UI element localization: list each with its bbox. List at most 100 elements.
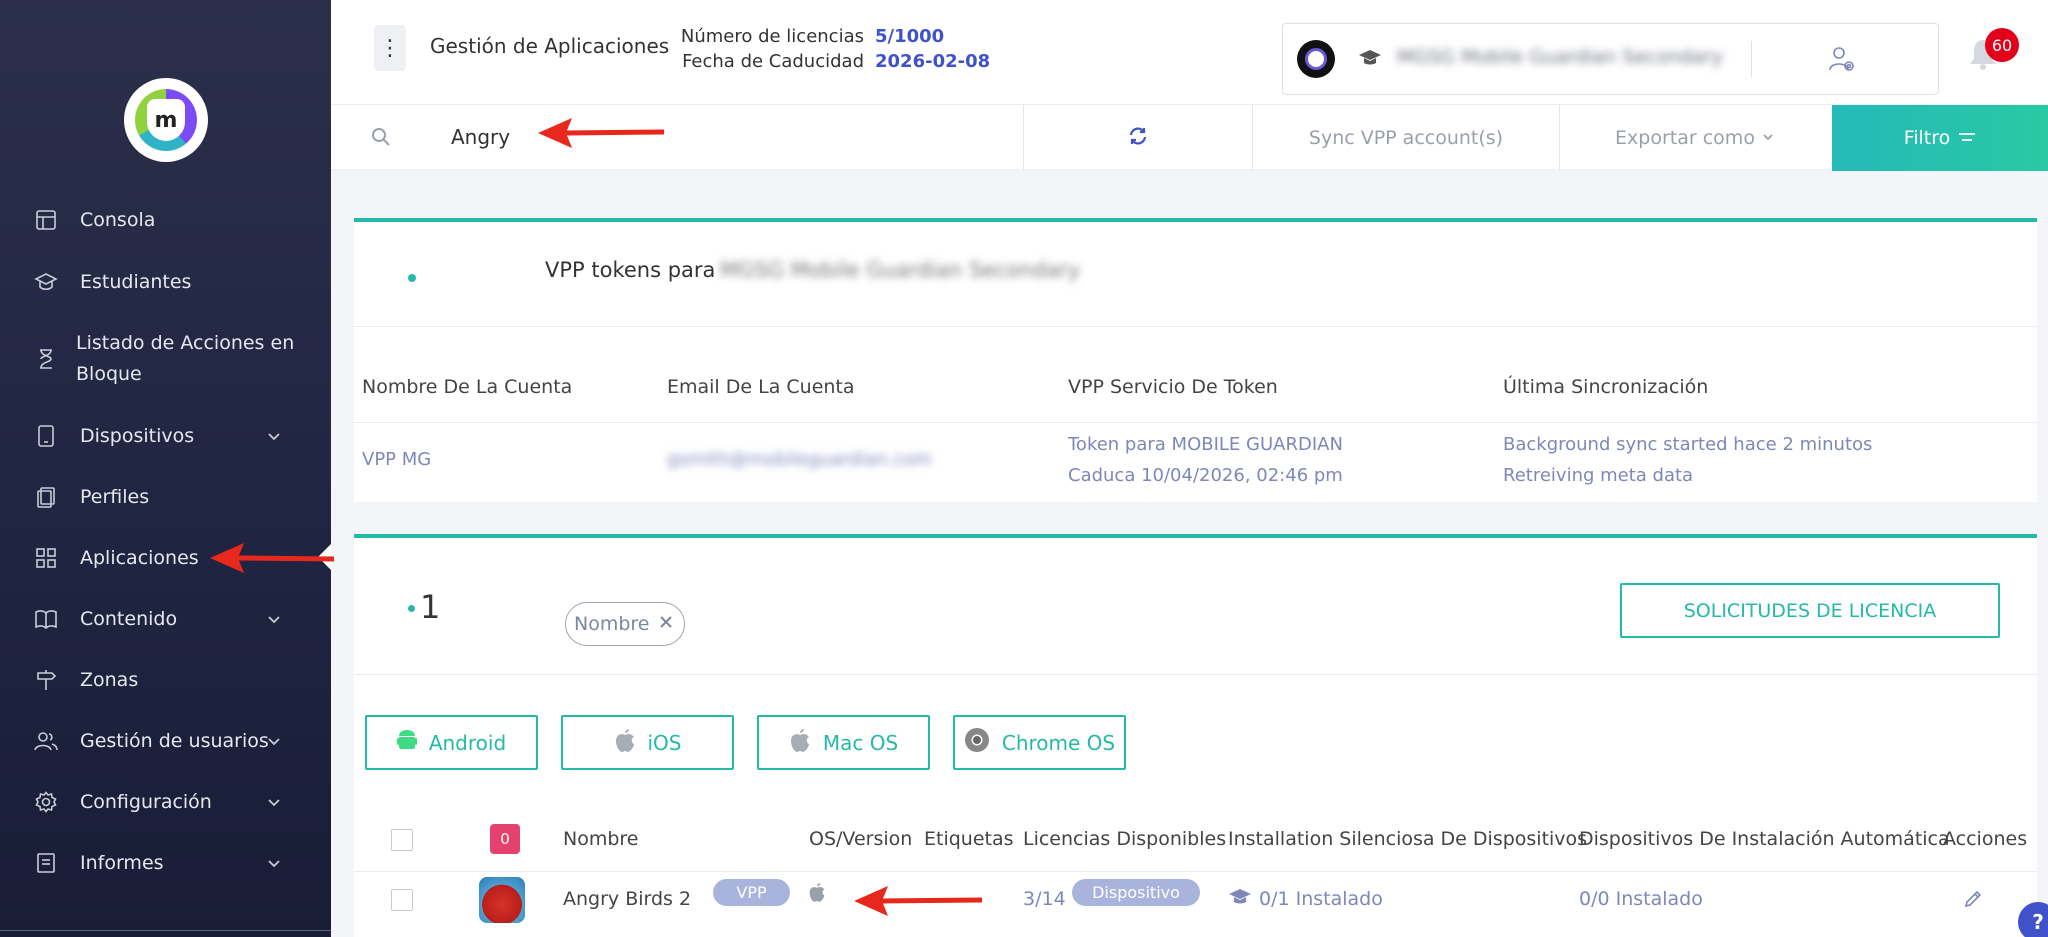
divider [1751, 41, 1752, 77]
license-info-values: 5/1000 2026-02-08 [875, 24, 990, 74]
sync-vpp-button[interactable]: Sync VPP account(s) [1253, 105, 1559, 171]
sidebar-item-consola[interactable]: Consola [0, 204, 331, 236]
selected-count-badge: 0 [490, 824, 520, 854]
apps-count: 1 [420, 588, 441, 626]
sidebar: m Consola Estudiantes Listado de Accione… [0, 0, 331, 937]
license-requests-button[interactable]: SOLICITUDES DE LICENCIA [1620, 583, 2000, 638]
annotation-arrow-icon [854, 886, 983, 916]
vpp-token-expiry: Caduca 10/04/2026, 02:46 pm [1068, 465, 1343, 486]
chevron-down-icon[interactable] [264, 731, 284, 751]
sidebar-item-dispositivos[interactable]: Dispositivos [0, 420, 331, 452]
user-settings-icon[interactable] [1828, 44, 1856, 74]
column-header-silenciosa[interactable]: Installation Silenciosa De Dispositivos [1228, 828, 1587, 850]
chevron-down-icon[interactable] [264, 609, 284, 629]
vpp-badge: VPP [713, 879, 790, 906]
close-icon[interactable] [658, 613, 674, 635]
annotation-arrow-icon [538, 118, 665, 148]
graduation-cap-icon [1358, 48, 1382, 68]
divider [354, 422, 2037, 423]
filter-chip-nombre[interactable]: Nombre [565, 602, 685, 646]
row-checkbox[interactable] [391, 889, 413, 911]
sidebar-item-label: Listado de Acciones en Bloque [76, 332, 295, 385]
auto-install-count[interactable]: 0/0 Instalado [1579, 888, 1703, 910]
select-all-checkbox[interactable] [391, 829, 413, 851]
vpp-tokens-title: VPP tokens para [545, 258, 716, 282]
chromeos-filter-button[interactable]: Chrome OS [953, 715, 1126, 770]
search-input[interactable] [421, 111, 1021, 163]
filter-button[interactable]: Filtro [1832, 105, 2048, 171]
more-menu-button[interactable]: ⋮ [374, 25, 406, 71]
sidebar-item-label: Contenido [80, 608, 178, 630]
licenses-label: Número de licencias [680, 26, 864, 47]
graduation-cap-icon [1228, 887, 1252, 911]
school-selector[interactable]: MGSG Mobile Guardian Secondary [1282, 23, 1939, 95]
mobile-guardian-logo[interactable]: m [124, 78, 208, 162]
column-header: Nombre De La Cuenta [362, 376, 573, 398]
filter-chip-label: Nombre [574, 613, 650, 635]
export-dropdown[interactable]: Exportar como [1560, 105, 1830, 171]
apple-icon [789, 727, 811, 758]
notification-count-badge[interactable]: 60 [1985, 28, 2019, 62]
license-info-labels: Número de licencias Fecha de Caducidad [641, 24, 864, 74]
vpp-account-email: gsmith@mobileguardian.com [667, 449, 932, 470]
sidebar-item-gestion-usuarios[interactable]: Gestión de usuarios [0, 725, 331, 757]
sidebar-item-perfiles[interactable]: Perfiles [0, 481, 331, 513]
chevron-down-icon[interactable] [264, 792, 284, 812]
filter-lines-icon [1958, 127, 1976, 149]
macos-filter-button[interactable]: Mac OS [757, 715, 930, 770]
export-label: Exportar como [1615, 127, 1755, 149]
chevron-down-icon[interactable] [264, 426, 284, 446]
search-icon [371, 127, 391, 147]
column-header-licencias[interactable]: Licencias Disponibles [1023, 828, 1226, 850]
silent-install-count[interactable]: 0/1 Instalado [1259, 888, 1383, 910]
android-filter-button[interactable]: Android [365, 715, 538, 770]
vpp-tokens-panel: VPP tokens para MGSG Mobile Guardian Sec… [354, 218, 2037, 502]
sidebar-item-acciones-bloque[interactable]: Listado de Acciones en Bloque [0, 328, 331, 390]
sidebar-item-zonas[interactable]: Zonas [0, 664, 331, 696]
chromeos-label: Chrome OS [1001, 730, 1116, 755]
column-header: VPP Servicio De Token [1068, 376, 1278, 398]
sidebar-item-contenido[interactable]: Contenido [0, 603, 331, 635]
layout-icon [34, 208, 58, 232]
app-name[interactable]: Angry Birds 2 [563, 888, 691, 910]
column-header-os[interactable]: OS/Version [809, 828, 912, 850]
help-button[interactable]: ? [2018, 902, 2048, 937]
refresh-button[interactable] [1024, 105, 1252, 171]
column-header-etiquetas[interactable]: Etiquetas [924, 828, 1014, 850]
annotation-arrow-icon [210, 543, 335, 573]
sidebar-item-estudiantes[interactable]: Estudiantes [0, 266, 331, 298]
filter-label: Filtro [1903, 127, 1951, 149]
expiry-value: 2026-02-08 [875, 51, 991, 72]
school-avatar [1297, 40, 1335, 78]
macos-label: Mac OS [822, 730, 899, 755]
sidebar-item-label: Informes [80, 852, 164, 874]
page-title: Gestión de Aplicaciones [430, 34, 670, 58]
sidebar-item-label: Estudiantes [80, 271, 192, 293]
android-label: Android [428, 730, 507, 755]
sidebar-item-configuracion[interactable]: Configuración [0, 786, 331, 818]
ios-filter-button[interactable]: iOS [561, 715, 734, 770]
column-header-nombre[interactable]: Nombre [563, 828, 639, 850]
report-icon [34, 851, 58, 875]
apps-grid-icon [34, 546, 58, 570]
licenses-value: 5/1000 [875, 26, 945, 47]
users-icon [34, 729, 58, 753]
column-header-automatica[interactable]: Dispositivos De Instalación Automática [1579, 828, 1950, 850]
chevron-down-icon[interactable] [264, 853, 284, 873]
sidebar-item-informes[interactable]: Informes [0, 847, 331, 879]
sidebar-item-label: Gestión de usuarios [80, 730, 269, 752]
divider [354, 871, 2037, 872]
vpp-sync-detail: Retreiving meta data [1503, 465, 1694, 486]
column-header-acciones: Acciones [1943, 828, 2028, 850]
app-icon-angry-birds [479, 877, 525, 923]
profiles-icon [34, 485, 58, 509]
vpp-account-name[interactable]: VPP MG [362, 444, 431, 475]
sidebar-item-label: Zonas [80, 669, 139, 691]
book-icon [34, 607, 58, 631]
bullet-dot [408, 605, 415, 612]
graduation-cap-icon [34, 270, 58, 294]
refresh-icon [1128, 126, 1148, 150]
column-header: Email De La Cuenta [667, 376, 855, 398]
edit-pencil-icon[interactable] [1963, 889, 1983, 913]
tablet-icon [34, 424, 58, 448]
